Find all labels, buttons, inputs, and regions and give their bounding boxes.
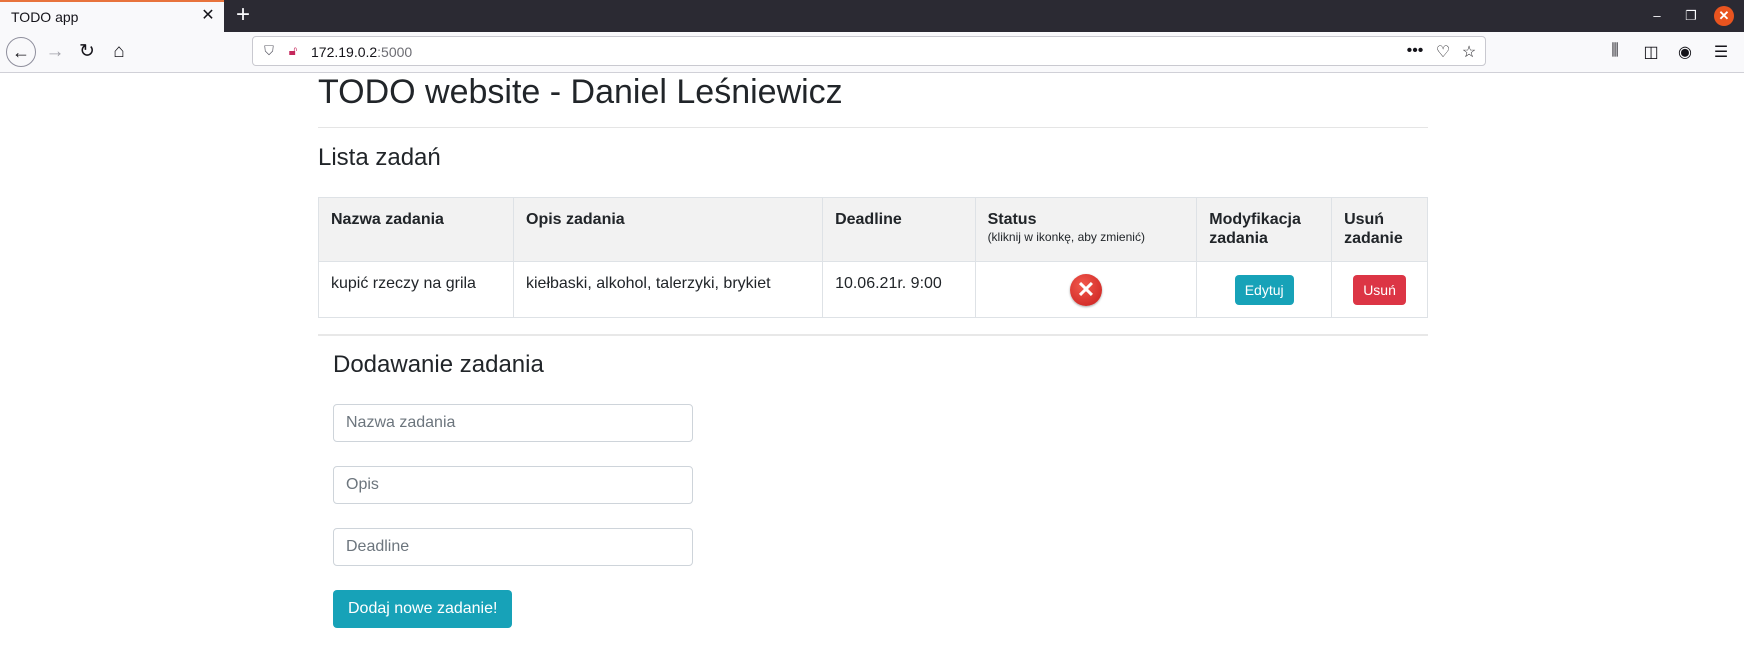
- add-task-heading: Dodawanie zadania: [333, 351, 544, 378]
- restore-icon[interactable]: ❐: [1681, 6, 1701, 26]
- cell-description: kiełbaski, alkohol, talerzyki, brykiet: [512, 261, 824, 318]
- task-name-input[interactable]: [333, 404, 693, 442]
- divider: [318, 127, 1428, 128]
- cell-deadline: 10.06.21r. 9:00: [822, 261, 976, 318]
- forward-icon[interactable]: →: [40, 37, 70, 67]
- page-actions-icon[interactable]: •••: [1405, 42, 1425, 60]
- header-description: Opis zadania: [512, 197, 824, 262]
- address-bar[interactable]: ⛉ 🔓︎ 172.19.0.2:5000 ••• ♡ ☆: [252, 36, 1486, 66]
- edit-button[interactable]: Edytuj: [1234, 274, 1294, 305]
- table-header-row: Nazwa zadania Opis zadania Deadline Stat…: [318, 197, 1428, 262]
- cell-delete: Usuń: [1331, 261, 1428, 318]
- add-task-button[interactable]: Dodaj nowe zadanie!: [333, 590, 513, 628]
- header-status: Status (kliknij w ikonkę, aby zmienić): [974, 197, 1198, 262]
- header-delete: Usuń zadanie: [1331, 197, 1428, 262]
- account-icon[interactable]: ◉: [1674, 42, 1696, 62]
- header-name: Nazwa zadania: [318, 197, 514, 262]
- table-row: kupić rzeczy na grila kiełbaski, alkohol…: [318, 261, 1428, 318]
- window-close-icon[interactable]: ✕: [1714, 6, 1734, 26]
- menu-icon[interactable]: ☰: [1710, 42, 1732, 62]
- task-table: Nazwa zadania Opis zadania Deadline Stat…: [318, 197, 1428, 318]
- reload-icon[interactable]: ↻: [72, 37, 102, 67]
- sidebar-icon[interactable]: ◫: [1640, 42, 1662, 62]
- browser-tab-active[interactable]: TODO app ✕: [0, 0, 224, 32]
- header-modify: Modyfikacja zadania: [1196, 197, 1333, 262]
- task-description-input[interactable]: [333, 466, 693, 504]
- minimize-icon[interactable]: –: [1647, 6, 1667, 26]
- page-title: TODO website - Daniel Leśniewicz: [318, 73, 843, 111]
- bookmark-star-icon[interactable]: ☆: [1459, 42, 1479, 62]
- header-deadline: Deadline: [822, 197, 976, 262]
- x-circle-icon[interactable]: ✕: [1069, 273, 1102, 306]
- home-icon[interactable]: ⌂: [104, 37, 134, 67]
- back-icon[interactable]: ←: [6, 37, 36, 67]
- new-tab-icon[interactable]: +: [230, 2, 256, 28]
- tab-title: TODO app: [11, 9, 79, 25]
- shield-icon[interactable]: ⛉: [261, 43, 277, 59]
- cell-modify: Edytuj: [1196, 261, 1333, 318]
- browser-toolbar: ← → ↻ ⌂ ⛉ 🔓︎ 172.19.0.2:5000 ••• ♡ ☆ ⫼ ◫…: [0, 32, 1744, 73]
- divider: [318, 334, 1428, 336]
- header-status-label: Status: [987, 211, 1037, 228]
- insecure-lock-icon[interactable]: 🔓︎: [285, 43, 301, 59]
- browser-tab-bar: TODO app ✕ + – ❐ ✕: [0, 0, 1744, 32]
- cell-status: ✕: [974, 261, 1198, 318]
- library-icon[interactable]: ⫼: [1604, 42, 1626, 60]
- cell-name: kupić rzeczy na grila: [318, 261, 514, 318]
- url-text[interactable]: 172.19.0.2:5000: [311, 44, 412, 60]
- delete-button[interactable]: Usuń: [1353, 274, 1406, 305]
- tab-close-icon[interactable]: ✕: [198, 6, 218, 26]
- pocket-icon[interactable]: ♡: [1433, 42, 1453, 62]
- task-deadline-input[interactable]: [333, 528, 693, 566]
- task-list-heading: Lista zadań: [318, 144, 441, 171]
- header-status-hint: (kliknij w ikonkę, aby zmienić): [987, 230, 1145, 244]
